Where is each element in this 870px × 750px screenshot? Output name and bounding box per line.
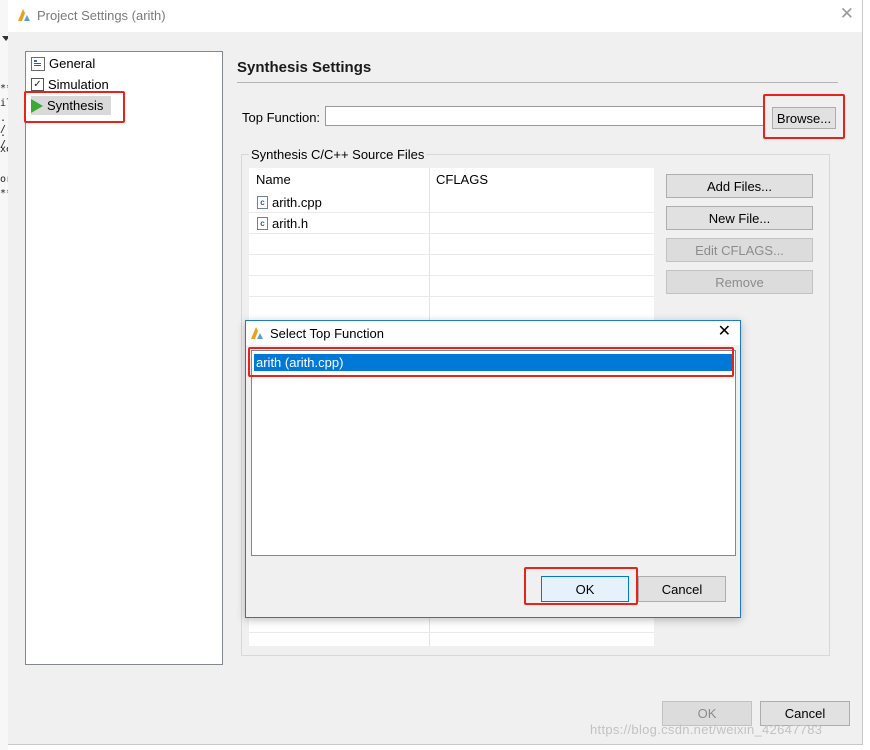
row-divider — [249, 275, 654, 276]
remove-button[interactable]: Remove — [666, 270, 813, 294]
row-divider — [249, 233, 654, 234]
file-name: arith.h — [272, 215, 309, 231]
c-file-icon: c — [257, 195, 268, 209]
watermark: https://blog.csdn.net/weixin_42647783 — [590, 722, 823, 737]
table-row[interactable]: c arith.cpp — [257, 192, 322, 212]
browse-button[interactable]: Browse... — [772, 107, 836, 129]
c-file-icon: c — [257, 216, 268, 230]
play-arrow-icon — [31, 98, 43, 113]
edit-cflags-button[interactable]: Edit CFLAGS... — [666, 238, 813, 262]
window-titlebar: Project Settings (arith) ✕ — [8, 0, 862, 32]
settings-page-icon — [31, 56, 45, 71]
file-name: arith.cpp — [272, 194, 322, 210]
table-row[interactable]: c arith.h — [257, 213, 308, 233]
select-top-function-dialog: Select Top Function ✕ arith (arith.cpp) … — [245, 320, 741, 618]
sidebar-item-simulation[interactable]: ✓ Simulation — [31, 75, 109, 94]
window-title: Project Settings (arith) — [37, 8, 166, 23]
row-divider — [249, 632, 654, 633]
dialog-title: Select Top Function — [270, 326, 384, 341]
add-files-button[interactable]: Add Files... — [666, 174, 813, 198]
top-function-label: Top Function: — [242, 110, 321, 125]
divider — [237, 82, 838, 83]
list-item[interactable]: arith (arith.cpp) — [254, 354, 732, 371]
category-tree: General ✓ Simulation Synthesis — [25, 51, 223, 665]
sidebar-item-label: General — [49, 56, 96, 71]
close-icon[interactable]: ✕ — [840, 5, 854, 23]
row-divider — [249, 254, 654, 255]
close-icon[interactable]: ✕ — [718, 323, 731, 341]
column-header-cflags[interactable]: CFLAGS — [436, 172, 488, 187]
dialog-ok-button[interactable]: OK — [541, 576, 629, 602]
function-list[interactable]: arith (arith.cpp) — [251, 350, 736, 556]
new-file-button[interactable]: New File... — [666, 206, 813, 230]
sidebar-item-label: Simulation — [48, 77, 109, 92]
dialog-titlebar: Select Top Function ✕ — [246, 321, 740, 345]
sidebar-item-general[interactable]: General — [31, 54, 95, 73]
row-divider — [249, 212, 654, 213]
row-divider — [249, 296, 654, 297]
page-title: Synthesis Settings — [237, 59, 372, 76]
sidebar-item-synthesis[interactable]: Synthesis — [31, 96, 112, 115]
dialog-cancel-button[interactable]: Cancel — [638, 576, 726, 602]
column-header-name[interactable]: Name — [256, 172, 291, 187]
sidebar-item-label: Synthesis — [47, 98, 104, 113]
vivado-logo-icon — [251, 327, 263, 339]
background-editor-strip: ** il . / . / xe or ** — [0, 0, 12, 750]
source-files-group-label: Synthesis C/C++ Source Files — [249, 147, 427, 162]
checkbox-icon: ✓ — [31, 78, 44, 91]
top-function-input[interactable] — [325, 106, 765, 126]
project-settings-window: Project Settings (arith) ✕ General ✓ Sim… — [8, 0, 863, 745]
vivado-logo-icon — [18, 9, 30, 21]
